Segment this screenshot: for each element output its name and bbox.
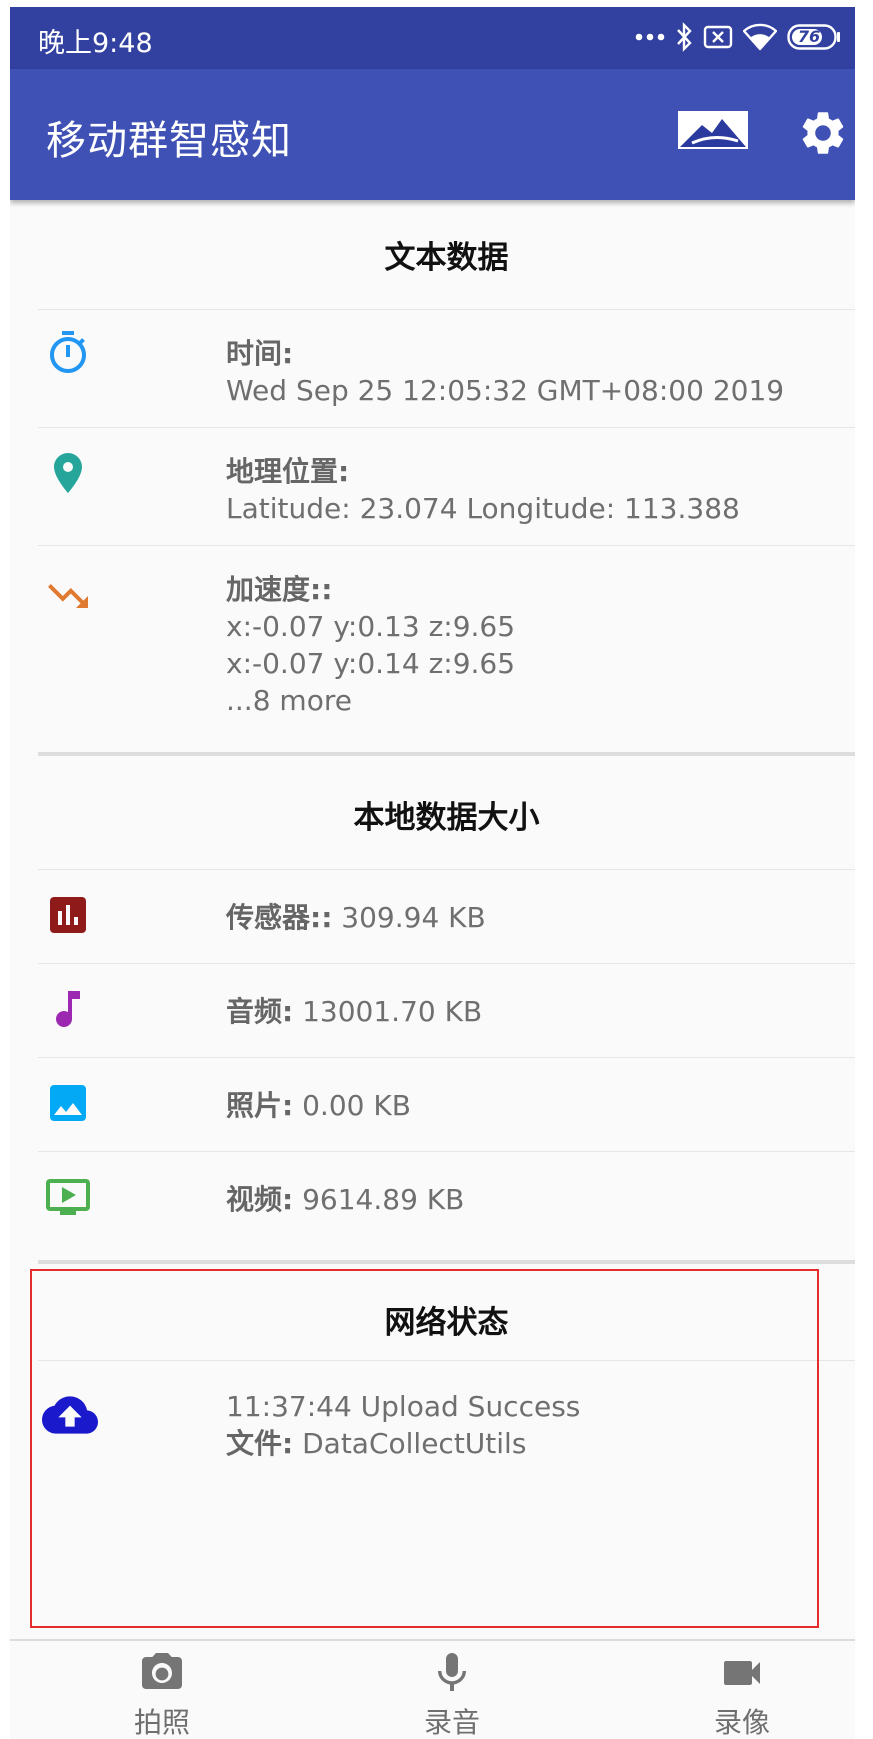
nav-audio[interactable]: 录音: [372, 1641, 532, 1739]
sensor-value: 309.94 KB: [332, 901, 486, 934]
row-divider: [38, 869, 855, 870]
app-title: 移动群智感知: [46, 118, 292, 164]
time-label: 时间:: [226, 337, 294, 370]
location-value: Latitude: 23.074 Longitude: 113.388: [226, 492, 740, 525]
photo-label: 照片:: [226, 1089, 294, 1122]
sim-error-icon: [703, 25, 733, 49]
acceleration-row: 加速度:: x:-0.07 y:0.13 z:9.65 x:-0.07 y:0.…: [226, 571, 515, 719]
sensor-label: 传感器::: [226, 901, 333, 934]
file-label: 文件:: [226, 1427, 294, 1460]
nav-audio-label: 录音: [423, 1706, 480, 1739]
sensor-row: 传感器:: 309.94 KB: [226, 899, 486, 936]
acceleration-label: 加速度::: [226, 573, 333, 606]
video-value: 9614.89 KB: [293, 1183, 465, 1216]
video-play-icon: [46, 1179, 90, 1215]
acceleration-more: ...8 more: [226, 684, 352, 717]
row-divider: [38, 1151, 855, 1152]
bluetooth-icon: [677, 22, 692, 52]
location-pin-icon: [54, 453, 82, 493]
upload-status: 11:37:44 Upload Success: [226, 1390, 581, 1423]
section-divider: [38, 1260, 855, 1264]
bottom-nav: 拍照 录音 录像: [10, 1639, 855, 1739]
row-divider: [38, 1360, 855, 1361]
status-time: 晚上9:48: [38, 28, 153, 59]
text-data-header: 文本数据: [384, 240, 509, 276]
row-divider: [38, 309, 855, 310]
acceleration-line-2: x:-0.07 y:0.14 z:9.65: [226, 647, 516, 680]
bar-chart-icon: [50, 897, 86, 933]
photo-row: 照片: 0.00 KB: [226, 1087, 411, 1124]
timer-icon: [50, 331, 86, 373]
photo-value: 0.00 KB: [293, 1089, 411, 1122]
audio-value: 13001.70 KB: [293, 995, 483, 1028]
acceleration-line-1: x:-0.07 y:0.13 z:9.65: [226, 610, 516, 643]
status-icons: 76: [635, 19, 841, 55]
network-header: 网络状态: [384, 1305, 509, 1341]
camera-icon: [142, 1653, 182, 1689]
microphone-icon: [438, 1653, 466, 1691]
audio-row: 音频: 13001.70 KB: [226, 993, 482, 1030]
row-divider: [38, 963, 855, 964]
time-row: 时间: Wed Sep 25 12:05:32 GMT+08:00 2019: [226, 335, 784, 409]
phone-screen: 晚上9:48 76 移动群智感知 文本数据 时间: Wed Sep 25 12:…: [10, 7, 855, 1739]
video-label: 视频:: [226, 1183, 294, 1216]
file-value: DataCollectUtils: [293, 1427, 527, 1460]
more-dots-icon: [635, 33, 665, 41]
video-row: 视频: 9614.89 KB: [226, 1181, 464, 1218]
section-divider: [38, 752, 855, 756]
row-divider: [38, 545, 855, 546]
audio-label: 音频:: [226, 995, 294, 1028]
nav-photo-label: 拍照: [133, 1706, 190, 1739]
battery-level: 76: [797, 27, 821, 46]
time-value: Wed Sep 25 12:05:32 GMT+08:00 2019: [226, 374, 785, 407]
music-note-icon: [56, 991, 80, 1027]
nav-video-label: 录像: [713, 1706, 770, 1739]
nav-photo[interactable]: 拍照: [82, 1641, 242, 1739]
gear-icon[interactable]: [797, 107, 849, 159]
app-bar: 移动群智感知: [10, 69, 855, 200]
battery-icon: 76: [787, 24, 841, 50]
app-logo-icon: [678, 111, 748, 149]
row-divider: [38, 1057, 855, 1058]
videocam-icon: [724, 1661, 760, 1685]
image-icon: [50, 1085, 86, 1121]
row-divider: [38, 427, 855, 428]
network-row: 11:37:44 Upload Success 文件: DataCollectU…: [226, 1388, 580, 1462]
local-data-header: 本地数据大小: [353, 800, 540, 836]
nav-video[interactable]: 录像: [662, 1641, 822, 1739]
cloud-upload-icon: [42, 1396, 98, 1434]
trending-down-icon: [48, 584, 88, 608]
status-bar: 晚上9:48 76: [10, 7, 855, 69]
location-row: 地理位置: Latitude: 23.074 Longitude: 113.38…: [226, 453, 740, 527]
location-label: 地理位置:: [226, 455, 350, 488]
wifi-icon: [743, 23, 777, 51]
